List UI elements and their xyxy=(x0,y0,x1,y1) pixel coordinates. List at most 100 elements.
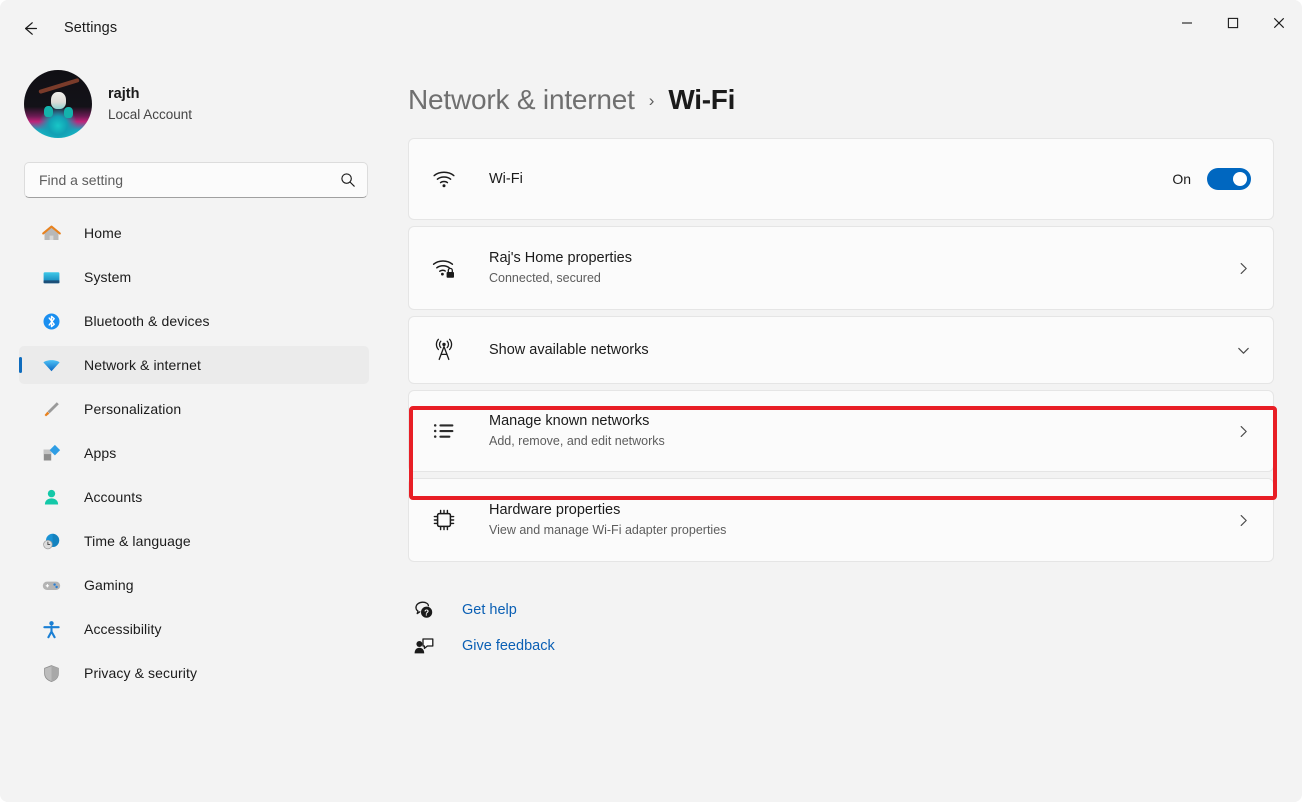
back-arrow-icon xyxy=(24,21,37,35)
page-title: Wi-Fi xyxy=(668,84,736,115)
sidebar-item-apps[interactable]: Apps xyxy=(19,434,369,472)
settings-window: Settings rajth Local Account Find a sett… xyxy=(0,0,1302,802)
sidebar-item-label: Accessibility xyxy=(84,621,162,637)
wifi-toggle-switch[interactable] xyxy=(1207,168,1251,190)
paintbrush-icon xyxy=(40,398,62,420)
wifi-card-text: Wi-Fi xyxy=(489,170,1172,189)
help-icon: ? xyxy=(410,599,438,621)
breadcrumb-parent[interactable]: Network & internet xyxy=(408,84,635,116)
search-icon xyxy=(341,173,355,187)
card-subtitle: Add, remove, and edit networks xyxy=(489,434,665,448)
sidebar-item-personalization[interactable]: Personalization xyxy=(19,390,369,428)
sidebar-item-privacy-security[interactable]: Privacy & security xyxy=(19,654,369,692)
sidebar-item-network-internet[interactable]: Network & internet xyxy=(19,346,369,384)
sidebar-item-label: Bluetooth & devices xyxy=(84,313,210,329)
sidebar-item-time-language[interactable]: Time & language xyxy=(19,522,369,560)
wifi-icon xyxy=(431,166,465,192)
sidebar-item-accessibility[interactable]: Accessibility xyxy=(19,610,369,648)
app-title: Settings xyxy=(64,20,118,36)
apps-icon xyxy=(40,442,62,464)
wifi-secured-icon xyxy=(431,255,465,281)
sidebar-item-label: Privacy & security xyxy=(84,665,198,681)
bluetooth-icon xyxy=(40,310,62,332)
window-controls xyxy=(1164,0,1302,46)
sidebar-item-gaming[interactable]: Gaming xyxy=(19,566,369,604)
svg-text:?: ? xyxy=(424,608,429,617)
minimize-button[interactable] xyxy=(1164,0,1210,46)
breadcrumb: Network & internet › Wi-Fi xyxy=(408,78,1302,122)
sidebar-item-label: Personalization xyxy=(84,401,182,417)
account-section[interactable]: rajth Local Account xyxy=(24,68,400,140)
get-help-link[interactable]: ? Get help xyxy=(410,592,620,628)
footer-links: ? Get help Give feedback xyxy=(410,592,1302,664)
breadcrumb-separator-icon: › xyxy=(648,91,655,110)
sidebar-item-system[interactable]: System xyxy=(19,258,369,296)
show-networks-text: Show available networks xyxy=(489,341,1236,360)
feedback-icon xyxy=(410,635,438,657)
link-label: Get help xyxy=(462,602,517,618)
network-properties-card[interactable]: Raj's Home properties Connected, secured xyxy=(408,226,1274,310)
sidebar: rajth Local Account Home xyxy=(0,56,400,802)
card-subtitle: View and manage Wi-Fi adapter properties xyxy=(489,523,727,537)
maximize-icon xyxy=(1227,17,1239,29)
avatar[interactable] xyxy=(24,70,92,138)
cpu-chip-icon xyxy=(431,507,465,533)
title-bar: Settings xyxy=(0,0,1302,56)
sidebar-item-home[interactable]: Home xyxy=(19,214,369,252)
close-button[interactable] xyxy=(1256,0,1302,46)
sidebar-item-bluetooth[interactable]: Bluetooth & devices xyxy=(19,302,369,340)
sidebar-item-label: Network & internet xyxy=(84,357,201,373)
main-content: Network & internet › Wi-Fi Wi-Fi On Raj'… xyxy=(400,56,1302,802)
wifi-icon xyxy=(40,354,62,376)
network-properties-text: Raj's Home properties Connected, secured xyxy=(489,249,1236,287)
list-icon xyxy=(431,418,465,444)
account-name: rajth xyxy=(108,85,140,102)
card-title: Raj's Home properties xyxy=(489,250,632,266)
sidebar-item-accounts[interactable]: Accounts xyxy=(19,478,369,516)
link-label: Give feedback xyxy=(462,638,555,654)
show-available-networks-card[interactable]: Show available networks xyxy=(408,316,1274,384)
account-type: Local Account xyxy=(108,106,193,122)
hardware-properties-text: Hardware properties View and manage Wi-F… xyxy=(489,501,1236,539)
chevron-right-icon xyxy=(1236,261,1251,276)
back-button[interactable] xyxy=(12,10,48,46)
sidebar-item-label: Time & language xyxy=(84,533,191,549)
close-icon xyxy=(1273,17,1285,29)
manage-networks-text: Manage known networks Add, remove, and e… xyxy=(489,412,1236,450)
wifi-toggle-group: On xyxy=(1172,168,1251,190)
card-title: Wi-Fi xyxy=(489,170,523,187)
toggle-state-label: On xyxy=(1172,171,1191,187)
card-title: Manage known networks xyxy=(489,413,650,429)
account-text: rajth Local Account xyxy=(108,84,192,125)
system-monitor-icon xyxy=(40,266,62,288)
sidebar-item-label: System xyxy=(84,269,132,285)
search-box[interactable] xyxy=(24,162,368,198)
person-icon xyxy=(40,486,62,508)
shield-icon xyxy=(40,662,62,684)
search-input[interactable] xyxy=(39,172,340,188)
minimize-icon xyxy=(1182,22,1192,24)
sidebar-item-label: Gaming xyxy=(84,577,134,593)
manage-known-networks-card[interactable]: Manage known networks Add, remove, and e… xyxy=(408,390,1274,472)
sidebar-nav: Home System Bluetooth & devices Network … xyxy=(0,214,400,692)
clock-globe-icon xyxy=(40,530,62,552)
wifi-toggle-card: Wi-Fi On xyxy=(408,138,1274,220)
chevron-right-icon xyxy=(1236,513,1251,528)
sidebar-item-label: Apps xyxy=(84,445,117,461)
home-icon xyxy=(40,222,62,244)
card-title: Hardware properties xyxy=(489,502,621,518)
maximize-button[interactable] xyxy=(1210,0,1256,46)
broadcast-tower-icon xyxy=(431,337,465,363)
toggle-knob xyxy=(1233,172,1247,186)
card-subtitle: Connected, secured xyxy=(489,271,601,285)
gamepad-icon xyxy=(40,574,62,596)
card-title: Show available networks xyxy=(489,341,649,358)
chevron-right-icon xyxy=(1236,424,1251,439)
sidebar-item-label: Home xyxy=(84,225,122,241)
settings-cards: Wi-Fi On Raj's Home properties Connected… xyxy=(408,138,1274,562)
chevron-down-icon[interactable] xyxy=(1236,343,1251,358)
accessibility-icon xyxy=(40,618,62,640)
sidebar-item-label: Accounts xyxy=(84,489,143,505)
hardware-properties-card[interactable]: Hardware properties View and manage Wi-F… xyxy=(408,478,1274,562)
give-feedback-link[interactable]: Give feedback xyxy=(410,628,620,664)
